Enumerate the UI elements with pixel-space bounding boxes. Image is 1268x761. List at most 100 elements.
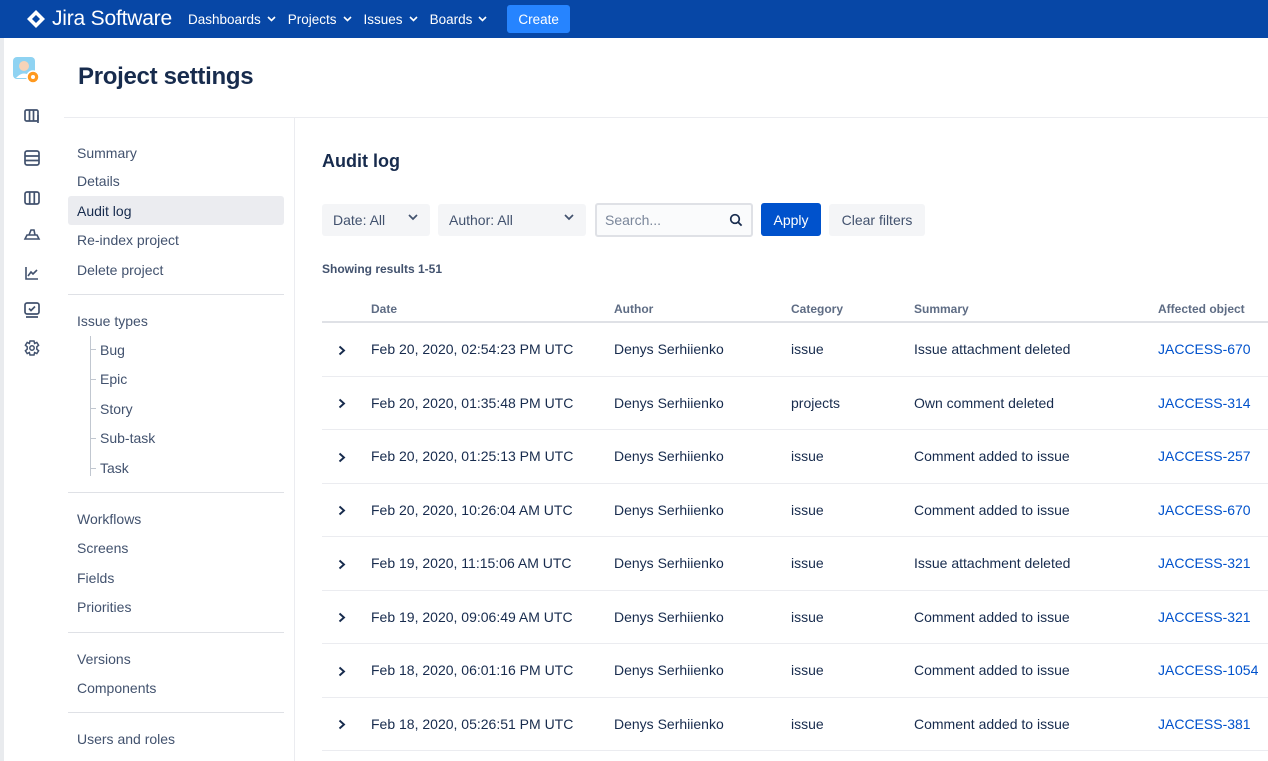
sidebar-item-re-index-project[interactable]: Re-index project <box>68 225 284 254</box>
column-header-summary[interactable]: Summary <box>914 302 969 316</box>
table-row[interactable]: Feb 19, 2020, 11:15:06 AM UTC Denys Serhi… <box>322 537 1268 591</box>
reports-icon[interactable] <box>22 263 42 283</box>
chevron-down-icon <box>267 16 276 22</box>
row-affected-object-link[interactable]: JACCESS-321 <box>1158 609 1251 625</box>
row-summary: Comment added to issue <box>914 662 1070 678</box>
nav-issues-label: Issues <box>363 11 403 27</box>
sidebar-item-issue-types[interactable]: Issue types <box>68 306 284 335</box>
nav-projects[interactable]: Projects <box>288 12 352 27</box>
sidebar-item-priorities[interactable]: Priorities <box>68 592 284 621</box>
column-header-affected-object[interactable]: Affected object <box>1158 302 1245 316</box>
sidebar-item-users-and-roles[interactable]: Users and roles <box>68 724 284 753</box>
row-date: Feb 18, 2020, 06:01:16 PM UTC <box>371 662 574 678</box>
row-affected-object-link[interactable]: JACCESS-257 <box>1158 448 1251 464</box>
project-avatar-icon[interactable] <box>12 56 40 84</box>
chevron-down-icon <box>342 16 352 22</box>
expand-row-icon[interactable] <box>335 557 349 571</box>
row-author: Denys Serhiienko <box>614 448 724 464</box>
date-filter-dropdown[interactable]: Date: All <box>322 204 430 236</box>
row-affected-object-link[interactable]: JACCESS-381 <box>1158 716 1251 732</box>
column-header-date[interactable]: Date <box>371 302 397 316</box>
expand-row-icon[interactable] <box>335 397 349 411</box>
nav-projects-label: Projects <box>287 11 337 27</box>
sidebar-item-details[interactable]: Details <box>68 166 284 195</box>
row-category: issue <box>791 501 824 518</box>
jira-logo[interactable]: Jira Software <box>26 7 172 31</box>
table-row[interactable]: Feb 18, 2020, 05:26:51 PM UTC Denys Serhi… <box>322 698 1268 751</box>
table-row[interactable]: Feb 20, 2020, 01:35:48 PM UTC Denys Serhi… <box>322 377 1268 430</box>
row-date: Feb 20, 2020, 01:35:48 PM UTC <box>371 394 574 411</box>
author-filter-dropdown[interactable]: Author: All <box>438 204 586 236</box>
sidebar-item-delete-project[interactable]: Delete project <box>68 255 284 284</box>
table-row[interactable]: Feb 19, 2020, 09:06:49 AM UTC Denys Serhi… <box>322 591 1268 644</box>
row-author: Denys Serhiienko <box>614 501 724 518</box>
row-affected-object-link[interactable]: JACCESS-321 <box>1158 555 1251 571</box>
row-date: Feb 19, 2020, 09:06:49 AM UTC <box>371 608 573 625</box>
issues-icon[interactable] <box>22 300 42 320</box>
row-affected-object-link[interactable]: JACCESS-314 <box>1158 395 1251 411</box>
sidebar-item-task[interactable]: Task <box>86 453 129 482</box>
nav-issues[interactable]: Issues <box>364 12 418 27</box>
row-summary: Comment added to issue <box>914 448 1070 464</box>
row-category: issue <box>791 608 824 625</box>
settings-icon[interactable] <box>22 338 42 358</box>
releases-icon[interactable] <box>22 225 42 245</box>
row-affected-object-link[interactable]: JACCESS-670 <box>1158 341 1251 357</box>
sidebar-divider <box>68 294 284 295</box>
clear-filters-button[interactable]: Clear filters <box>829 204 925 236</box>
row-category: issue <box>791 555 824 571</box>
table-row[interactable]: Feb 20, 2020, 10:26:04 AM UTC Denys Serhi… <box>322 484 1268 537</box>
board-icon[interactable] <box>22 106 42 126</box>
nav-boards[interactable]: Boards <box>430 12 488 27</box>
columns-icon[interactable] <box>22 188 42 208</box>
sidebar-item-story-label: Story <box>100 400 133 417</box>
sidebar-item-bug[interactable]: Bug <box>86 335 125 364</box>
expand-row-icon[interactable] <box>335 718 349 732</box>
nav-dashboards[interactable]: Dashboards <box>188 12 276 27</box>
row-date: Feb 19, 2020, 11:15:06 AM UTC <box>371 555 572 571</box>
sidebar-item-fields[interactable]: Fields <box>68 563 284 592</box>
sidebar-item-summary[interactable]: Summary <box>68 138 284 167</box>
audit-log-table: Feb 20, 2020, 02:54:23 PM UTC Denys Serhi… <box>322 323 1268 751</box>
jira-diamond-icon <box>26 8 48 30</box>
sidebar-item-epic[interactable]: Epic <box>86 364 127 393</box>
row-summary: Own comment deleted <box>914 394 1055 411</box>
sidebar-item-story[interactable]: Story <box>86 394 133 423</box>
table-row[interactable]: Feb 20, 2020, 02:54:23 PM UTC Denys Serhi… <box>322 323 1268 377</box>
table-row[interactable]: Feb 20, 2020, 01:25:13 PM UTC Denys Serhi… <box>322 430 1268 484</box>
sidebar-item-screens[interactable]: Screens <box>68 533 284 562</box>
expand-row-icon[interactable] <box>335 504 349 518</box>
create-button[interactable]: Create <box>507 5 570 33</box>
column-header-category[interactable]: Category <box>791 302 843 316</box>
expand-row-icon[interactable] <box>335 343 349 357</box>
row-summary: Issue attachment deleted <box>914 555 1071 571</box>
author-filter-label: Author: All <box>449 212 513 228</box>
project-sidebar-rail <box>0 38 64 761</box>
search-input[interactable] <box>605 211 723 229</box>
row-summary: Comment added to issue <box>914 501 1070 518</box>
table-row[interactable]: Feb 18, 2020, 06:01:16 PM UTC Denys Serhi… <box>322 644 1268 698</box>
top-navigation: Jira Software Dashboards Projects Issues… <box>0 0 1268 38</box>
sidebar-item-sub-task[interactable]: Sub-task <box>86 423 155 452</box>
expand-row-icon[interactable] <box>335 450 349 464</box>
sidebar-item-workflows[interactable]: Workflows <box>68 504 284 533</box>
settings-sidebar: Summary Details Audit log Re-index proje… <box>64 118 295 761</box>
sidebar-divider <box>68 712 284 713</box>
sidebar-item-bug-label: Bug <box>100 341 125 358</box>
expand-row-icon[interactable] <box>335 664 349 678</box>
sidebar-item-components[interactable]: Components <box>68 673 284 702</box>
sidebar-item-audit-log[interactable]: Audit log <box>68 196 284 225</box>
row-category: issue <box>791 341 824 357</box>
sidebar-item-versions[interactable]: Versions <box>68 644 284 673</box>
row-affected-object-link[interactable]: JACCESS-1054 <box>1158 662 1258 678</box>
row-affected-object-link[interactable]: JACCESS-670 <box>1158 502 1251 518</box>
apply-button[interactable]: Apply <box>761 203 821 236</box>
brand-name: Jira Software <box>52 7 172 30</box>
expand-row-icon[interactable] <box>335 611 349 625</box>
column-header-author[interactable]: Author <box>614 302 653 316</box>
search-icon[interactable] <box>729 213 743 227</box>
chevron-down-icon <box>564 214 574 221</box>
results-count: Showing results 1-51 <box>322 262 443 276</box>
backlog-icon[interactable] <box>22 148 42 168</box>
sidebar-divider <box>68 632 284 633</box>
